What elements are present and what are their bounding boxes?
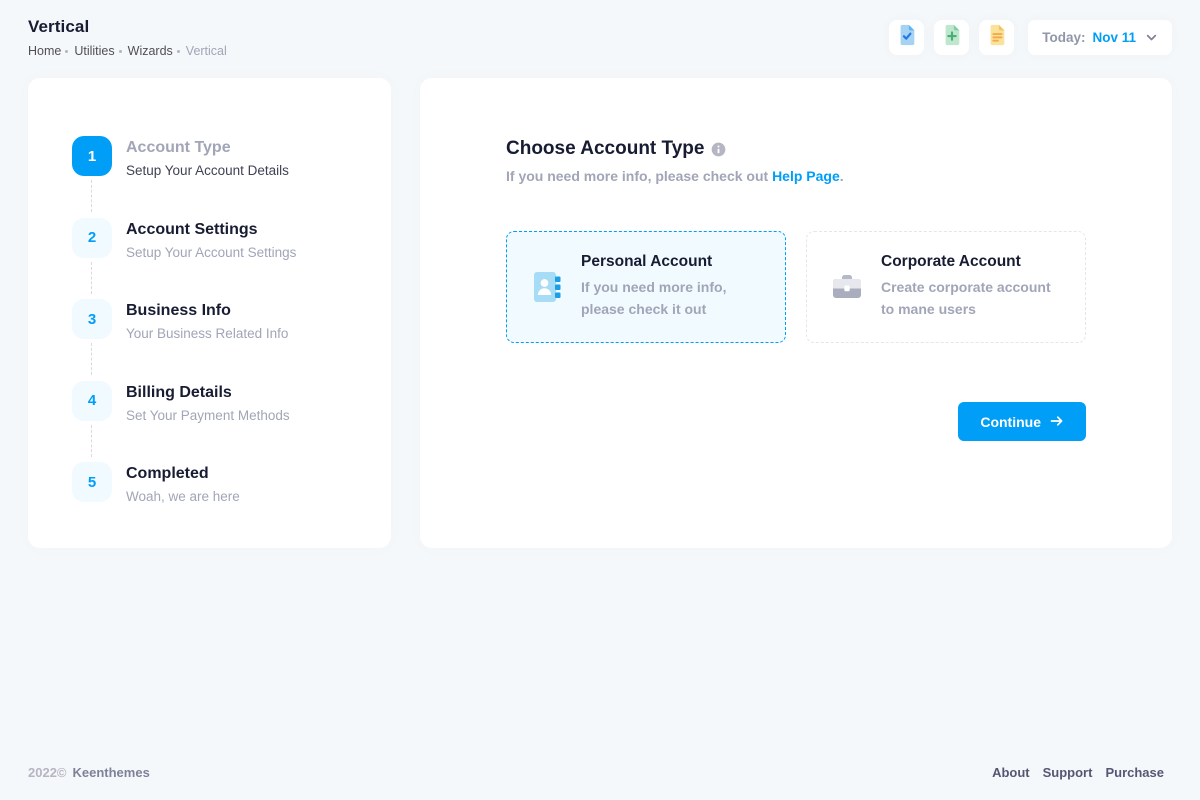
- step-text: Account Settings Setup Your Account Sett…: [126, 218, 296, 262]
- file-check-button[interactable]: [889, 20, 924, 55]
- breadcrumb-separator-dot: [119, 50, 122, 53]
- address-book-icon: [529, 269, 565, 305]
- wizard-step-completed[interactable]: 5 Completed Woah, we are here: [72, 462, 361, 506]
- option-description: If you need more info, please check it o…: [581, 277, 765, 320]
- step-title: Completed: [126, 464, 240, 484]
- step-subtitle: Set Your Payment Methods: [126, 407, 290, 425]
- info-icon[interactable]: [711, 142, 726, 157]
- breadcrumb-item-wizards[interactable]: Wizards: [128, 44, 173, 58]
- step-title: Account Type: [126, 138, 289, 158]
- form-actions: Continue: [506, 402, 1086, 441]
- footer-link-purchase[interactable]: Purchase: [1105, 765, 1164, 780]
- main-content: 1 Account Type Setup Your Account Detail…: [0, 78, 1200, 548]
- step-subtitle: Setup Your Account Details: [126, 162, 289, 180]
- option-personal-account[interactable]: Personal Account If you need more info, …: [506, 231, 786, 343]
- breadcrumb-item-home[interactable]: Home: [28, 44, 61, 58]
- form-heading: Choose Account Type: [506, 138, 1086, 160]
- wizard-step-account-type[interactable]: 1 Account Type Setup Your Account Detail…: [72, 136, 361, 180]
- step-title: Business Info: [126, 301, 288, 321]
- step-number-badge: 1: [72, 136, 112, 176]
- step-text: Completed Woah, we are here: [126, 462, 240, 506]
- arrow-right-icon: [1050, 414, 1064, 430]
- wizard-step-billing-details[interactable]: 4 Billing Details Set Your Payment Metho…: [72, 381, 361, 425]
- header-left: Vertical Home Utilities Wizards Vertical: [28, 17, 227, 58]
- page-header: Vertical Home Utilities Wizards Vertical: [0, 0, 1200, 78]
- chevron-down-icon: [1145, 31, 1158, 44]
- step-number-badge: 4: [72, 381, 112, 421]
- form-subtitle-text: If you need more info, please check out: [506, 168, 772, 184]
- date-picker-label: Today:: [1042, 30, 1085, 45]
- footer-link-about[interactable]: About: [992, 765, 1030, 780]
- page-footer: 2022© Keenthemes About Support Purchase: [0, 765, 1200, 800]
- help-page-link[interactable]: Help Page: [772, 168, 840, 184]
- wizard-step-account-settings[interactable]: 2 Account Settings Setup Your Account Se…: [72, 218, 361, 262]
- file-plus-icon: [941, 24, 963, 51]
- option-title: Corporate Account: [881, 253, 1065, 271]
- wizard-step-business-info[interactable]: 3 Business Info Your Business Related In…: [72, 299, 361, 343]
- breadcrumb-item-utilities[interactable]: Utilities: [74, 44, 114, 58]
- wizard-stepper-card: 1 Account Type Setup Your Account Detail…: [28, 78, 391, 548]
- step-number-badge: 3: [72, 299, 112, 339]
- step-text: Business Info Your Business Related Info: [126, 299, 288, 343]
- footer-copyright: 2022© Keenthemes: [28, 765, 150, 780]
- wizard-form-card: Choose Account Type If you need more inf…: [420, 78, 1172, 548]
- footer-link-support[interactable]: Support: [1043, 765, 1093, 780]
- continue-button-label: Continue: [980, 414, 1041, 430]
- step-title: Billing Details: [126, 383, 290, 403]
- page-title: Vertical: [28, 17, 227, 37]
- briefcase-icon: [829, 269, 865, 305]
- copyright-year: 2022©: [28, 765, 67, 780]
- wizard-page: Vertical Home Utilities Wizards Vertical: [0, 0, 1200, 800]
- breadcrumb-item-current: Vertical: [186, 44, 227, 58]
- breadcrumb: Home Utilities Wizards Vertical: [28, 44, 227, 58]
- step-subtitle: Woah, we are here: [126, 488, 240, 506]
- step-subtitle: Your Business Related Info: [126, 325, 288, 343]
- form-heading-text: Choose Account Type: [506, 138, 704, 160]
- step-number-badge: 2: [72, 218, 112, 258]
- continue-button[interactable]: Continue: [958, 402, 1086, 441]
- option-corporate-account[interactable]: Corporate Account Create corporate accou…: [806, 231, 1086, 343]
- form-subtitle-period: .: [840, 168, 844, 184]
- copyright-brand-link[interactable]: Keenthemes: [73, 765, 150, 780]
- account-type-options: Personal Account If you need more info, …: [506, 231, 1086, 343]
- option-description: Create corporate account to mane users: [881, 277, 1065, 320]
- step-text: Billing Details Set Your Payment Methods: [126, 381, 290, 425]
- step-title: Account Settings: [126, 220, 296, 240]
- date-picker-value: Nov 11: [1092, 30, 1136, 45]
- form-subtitle: If you need more info, please check out …: [506, 168, 1086, 184]
- breadcrumb-separator-dot: [177, 50, 180, 53]
- file-check-icon: [896, 24, 918, 51]
- header-toolbar: Today: Nov 11: [889, 20, 1172, 55]
- step-text: Account Type Setup Your Account Details: [126, 136, 289, 180]
- date-picker-button[interactable]: Today: Nov 11: [1028, 20, 1172, 55]
- option-title: Personal Account: [581, 253, 765, 271]
- wizard-form-content: Choose Account Type If you need more inf…: [506, 78, 1086, 441]
- step-subtitle: Setup Your Account Settings: [126, 244, 296, 262]
- step-number-badge: 5: [72, 462, 112, 502]
- footer-links: About Support Purchase: [992, 765, 1164, 780]
- file-plus-button[interactable]: [934, 20, 969, 55]
- breadcrumb-separator-dot: [65, 50, 68, 53]
- option-text: Corporate Account Create corporate accou…: [881, 253, 1065, 320]
- file-lines-button[interactable]: [979, 20, 1014, 55]
- file-lines-icon: [986, 24, 1008, 51]
- option-text: Personal Account If you need more info, …: [581, 253, 765, 320]
